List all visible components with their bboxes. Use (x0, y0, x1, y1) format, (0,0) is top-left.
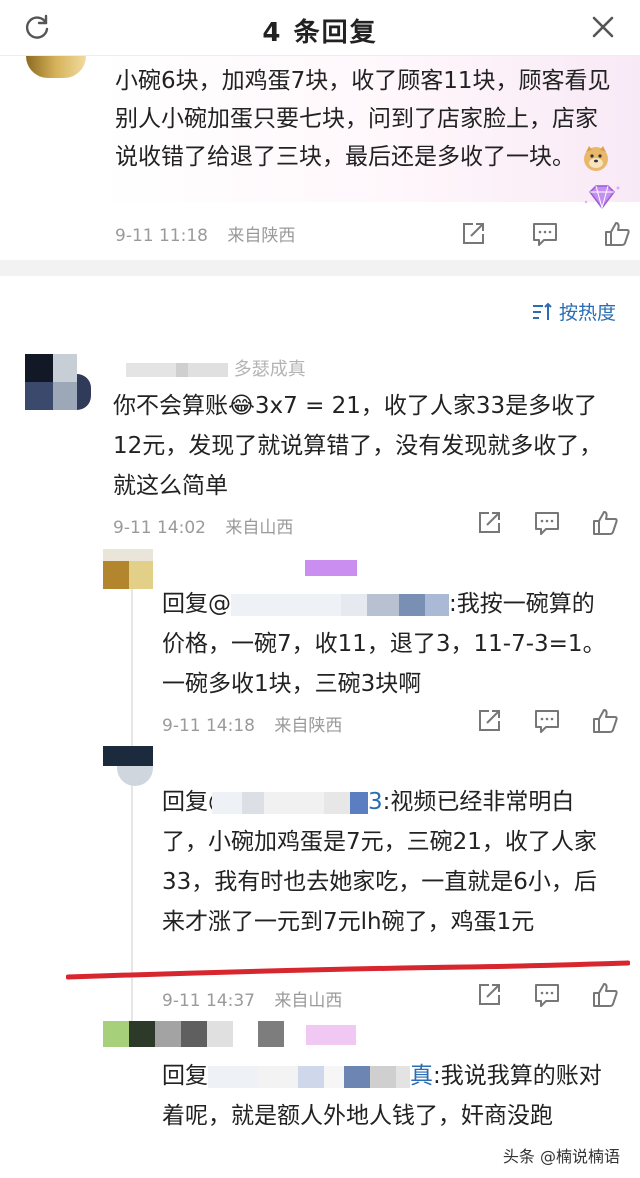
reply-meta: 9-11 14:02 来自山西 (113, 518, 294, 538)
reply-meta: 9-11 14:18 来自陕西 (162, 716, 343, 736)
avatar[interactable] (25, 354, 91, 410)
share-icon[interactable] (474, 508, 504, 538)
reply-author[interactable]: 多瑟成真 (126, 355, 306, 381)
avatar[interactable] (103, 746, 153, 786)
doge-emoji (584, 145, 609, 171)
sort-button[interactable]: 按热度 (531, 298, 616, 325)
main-comment: 小碗6块，加鸡蛋7块，收了顾客11块，顾客看见别人小碗加蛋只要七块，问到了店家脸… (0, 56, 640, 260)
like-icon[interactable] (602, 219, 632, 249)
watermark: 头条 @楠说楠语 (502, 1147, 620, 1166)
comment-icon[interactable] (532, 706, 562, 736)
share-icon[interactable] (474, 706, 504, 736)
reply-author[interactable] (305, 560, 357, 576)
reply-actions (474, 706, 620, 736)
comment-icon[interactable] (530, 219, 560, 249)
main-comment-meta: 9-11 11:18 来自陕西 (115, 226, 296, 246)
like-icon[interactable] (590, 706, 620, 736)
reply-text: 回复 真:我说我算的账对着呢，就是额人外地人钱了，奸商没跑 (162, 1063, 602, 1129)
section-divider (0, 260, 640, 276)
comment-icon[interactable] (532, 980, 562, 1010)
reply-text: 回复@:我按一碗算的价格，一碗7，收11，退了3，11-7-3=1。一碗多收1块… (162, 591, 606, 697)
like-icon[interactable] (590, 508, 620, 538)
reply-meta: 9-11 14:37 来自山西 (162, 991, 343, 1011)
main-comment-text: 小碗6块，加鸡蛋7块，收了顾客11块，顾客看见别人小碗加蛋只要七块，问到了店家脸… (115, 68, 611, 171)
reply-actions (474, 508, 620, 538)
page-title: 4 条回复 (262, 18, 378, 48)
sort-icon (532, 302, 552, 320)
comment-icon[interactable] (532, 508, 562, 538)
gem-badge-icon (584, 185, 620, 210)
share-icon[interactable] (474, 980, 504, 1010)
avatar[interactable] (103, 549, 153, 589)
like-icon[interactable] (590, 980, 620, 1010)
reply-text: 回复@3:视频已经非常明白了，小碗加鸡蛋是7元，三碗21，收了人家33，我有时也… (162, 789, 597, 935)
reply-text: 你不会算账😂3x7 = 21，收了人家33是多收了12元，发现了就说算错了，没有… (113, 393, 603, 499)
close-icon[interactable] (588, 12, 618, 42)
avatar[interactable] (103, 1021, 356, 1047)
reply-actions (474, 980, 620, 1010)
main-comment-actions (458, 219, 632, 249)
header-bar: 4 条回复 (0, 0, 640, 56)
share-icon[interactable] (458, 219, 488, 249)
avatar[interactable] (26, 56, 86, 78)
